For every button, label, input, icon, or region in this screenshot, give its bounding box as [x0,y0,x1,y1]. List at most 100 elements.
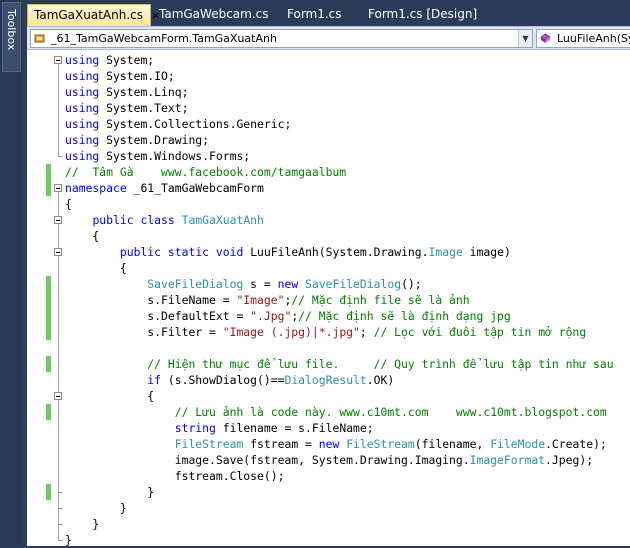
code-token: } [65,533,72,547]
code-line[interactable]: using System.IO; [27,68,630,84]
code-token: } [65,485,155,499]
code-token: .Create); [545,437,607,451]
code-token: System.Linq; [99,85,189,99]
code-line-text: FileStream fstream = new FileStream(file… [65,436,607,452]
code-token: FileMode [490,437,546,451]
code-line-text: { [65,388,154,404]
code-line[interactable]: s.DefaultExt = ".Jpg";// Mặc định sẽ là … [27,308,630,324]
outline-end-tick [58,524,63,525]
code-line[interactable]: namespace _61_TamGaWebcamForm [27,180,630,196]
code-line[interactable]: // Hiện thư mục để lưu file. // Quy trìn… [27,356,630,372]
code-line[interactable]: } [27,484,630,500]
code-line[interactable]: using System.Linq; [27,84,630,100]
code-line[interactable]: // Tâm Gà www.facebook.com/tamgaalbum [27,164,630,180]
code-line[interactable]: using System.Text; [27,100,630,116]
code-line-text: SaveFileDialog s = new SaveFileDialog(); [65,276,422,292]
code-token: public [92,213,134,227]
code-token: if [147,373,162,387]
code-line-text: if (s.ShowDialog()==DialogResult.OK) [65,372,394,388]
code-token: LuuFileAnh(System.Drawing. [243,245,429,259]
collapse-toggle-icon[interactable] [54,248,62,256]
code-token: System.IO; [99,69,175,83]
code-token: System.Drawing; [99,133,210,147]
member-dropdown-value: LuuFileAnh(Sy [557,32,630,45]
type-dropdown[interactable]: _61_TamGaWebcamForm.TamGaXuatAnh ▼ [30,29,533,48]
chevron-down-icon[interactable]: ▼ [518,30,532,47]
code-line[interactable]: using System; [27,52,630,68]
code-token: new [277,277,299,291]
code-token: "Image (.jpg)|*.jpg" [222,325,360,339]
code-token: // Tâm Gà www.facebook.com/tamgaalbum [65,165,347,179]
code-line-text: public static void LuuFileAnh(System.Dra… [65,244,511,260]
code-token: // Lọc với đuôi tập tin mở rộng [373,325,587,339]
code-line[interactable]: FileStream fstream = new FileStream(file… [27,436,630,452]
collapse-toggle-icon[interactable] [54,56,62,64]
code-line[interactable]: using System.Windows.Forms; [27,148,630,164]
code-token: System.Collections.Generic; [99,117,292,131]
code-line[interactable]: } [27,516,630,532]
tab-form1-design[interactable]: Form1.cs [Design] [362,4,502,26]
code-line[interactable]: { [27,228,630,244]
code-token: s.Filter = [65,325,223,339]
code-token: ".Jpg" [250,309,292,323]
code-token: (); [401,277,422,291]
code-token: FileStream [174,437,244,451]
tab-tamgawebcam-cs[interactable]: TamGaWebcam.cs [153,4,277,26]
code-line[interactable]: // Lưu ảnh là code này. www.c10mt.com ww… [27,404,630,420]
code-line[interactable]: s.FileName = "Image";// Mặc định file sẽ… [27,292,630,308]
code-line-text: s.DefaultExt = ".Jpg";// Mặc định sẽ là … [65,308,511,324]
code-line-text: using System.Drawing; [65,132,209,148]
code-token: using [65,85,100,99]
code-line[interactable]: fstream.Close(); [27,468,630,484]
tab-tamgaxuatanh-cs[interactable]: TamGaXuatAnh.cs × [27,4,160,26]
collapse-toggle-icon[interactable] [54,216,62,224]
code-line[interactable]: SaveFileDialog s = new SaveFileDialog(); [27,276,630,292]
code-line[interactable]: using System.Drawing; [27,132,630,148]
code-line[interactable]: image.Save(fstream, System.Drawing.Imagi… [27,452,630,468]
code-line[interactable]: s.Filter = "Image (.jpg)|*.jpg"; // Lọc … [27,324,630,340]
code-token: .Jpeg); [545,453,594,467]
code-line[interactable]: if (s.ShowDialog()==DialogResult.OK) [27,372,630,388]
code-line[interactable]: using System.Collections.Generic; [27,116,630,132]
code-token: // Lưu ảnh là code này. www.c10mt.com ww… [174,405,607,419]
collapse-toggle-icon[interactable] [54,392,62,400]
code-area[interactable]: using System; using System.IO; using Syste… [27,50,630,547]
code-token: System.Text; [99,101,189,115]
code-token: _61_TamGaWebcamForm [126,181,264,195]
code-line[interactable]: { [27,388,630,404]
method-icon [540,33,551,43]
code-line-text: using System.Windows.Forms; [65,148,250,164]
code-line[interactable]: public static void LuuFileAnh(System.Dra… [27,244,630,260]
code-line-text: { [65,228,99,244]
member-dropdown[interactable]: LuuFileAnh(Sy [536,29,630,48]
collapse-toggle-icon[interactable] [54,184,62,192]
code-token: Image [428,245,463,259]
tab-form1-cs[interactable]: Form1.cs [281,4,361,26]
toolbox-tab[interactable]: Toolbox [2,2,21,72]
code-line[interactable]: { [27,196,630,212]
code-token: "Image" [236,293,285,307]
code-line[interactable] [27,340,630,356]
tab-label: TamGaXuatAnh.cs [34,8,144,22]
code-line[interactable]: } [27,500,630,516]
code-token: FileStream [346,437,415,451]
code-token: { [65,261,127,275]
code-token: filename = s.FileName; [215,421,374,435]
code-line-text: { [65,196,72,212]
code-token: .OK) [366,373,395,387]
code-line-text: using System.Collections.Generic; [65,116,291,132]
document-tabstrip: TamGaXuatAnh.cs × TamGaWebcam.cs Form1.cs… [27,0,630,26]
code-token: using [65,69,100,83]
tab-label: Form1.cs [287,7,342,21]
code-line[interactable]: public class TamGaXuatAnh [27,212,630,228]
code-line[interactable]: string filename = s.FileName; [27,420,630,436]
code-line-text: using System.IO; [65,68,175,84]
code-line-text: // Hiện thư mục để lưu file. // Quy trìn… [65,356,613,372]
code-token: image.Save(fstream, System.Drawing.Imagi… [65,453,470,467]
code-token: { [65,197,72,211]
code-line[interactable]: { [27,260,630,276]
